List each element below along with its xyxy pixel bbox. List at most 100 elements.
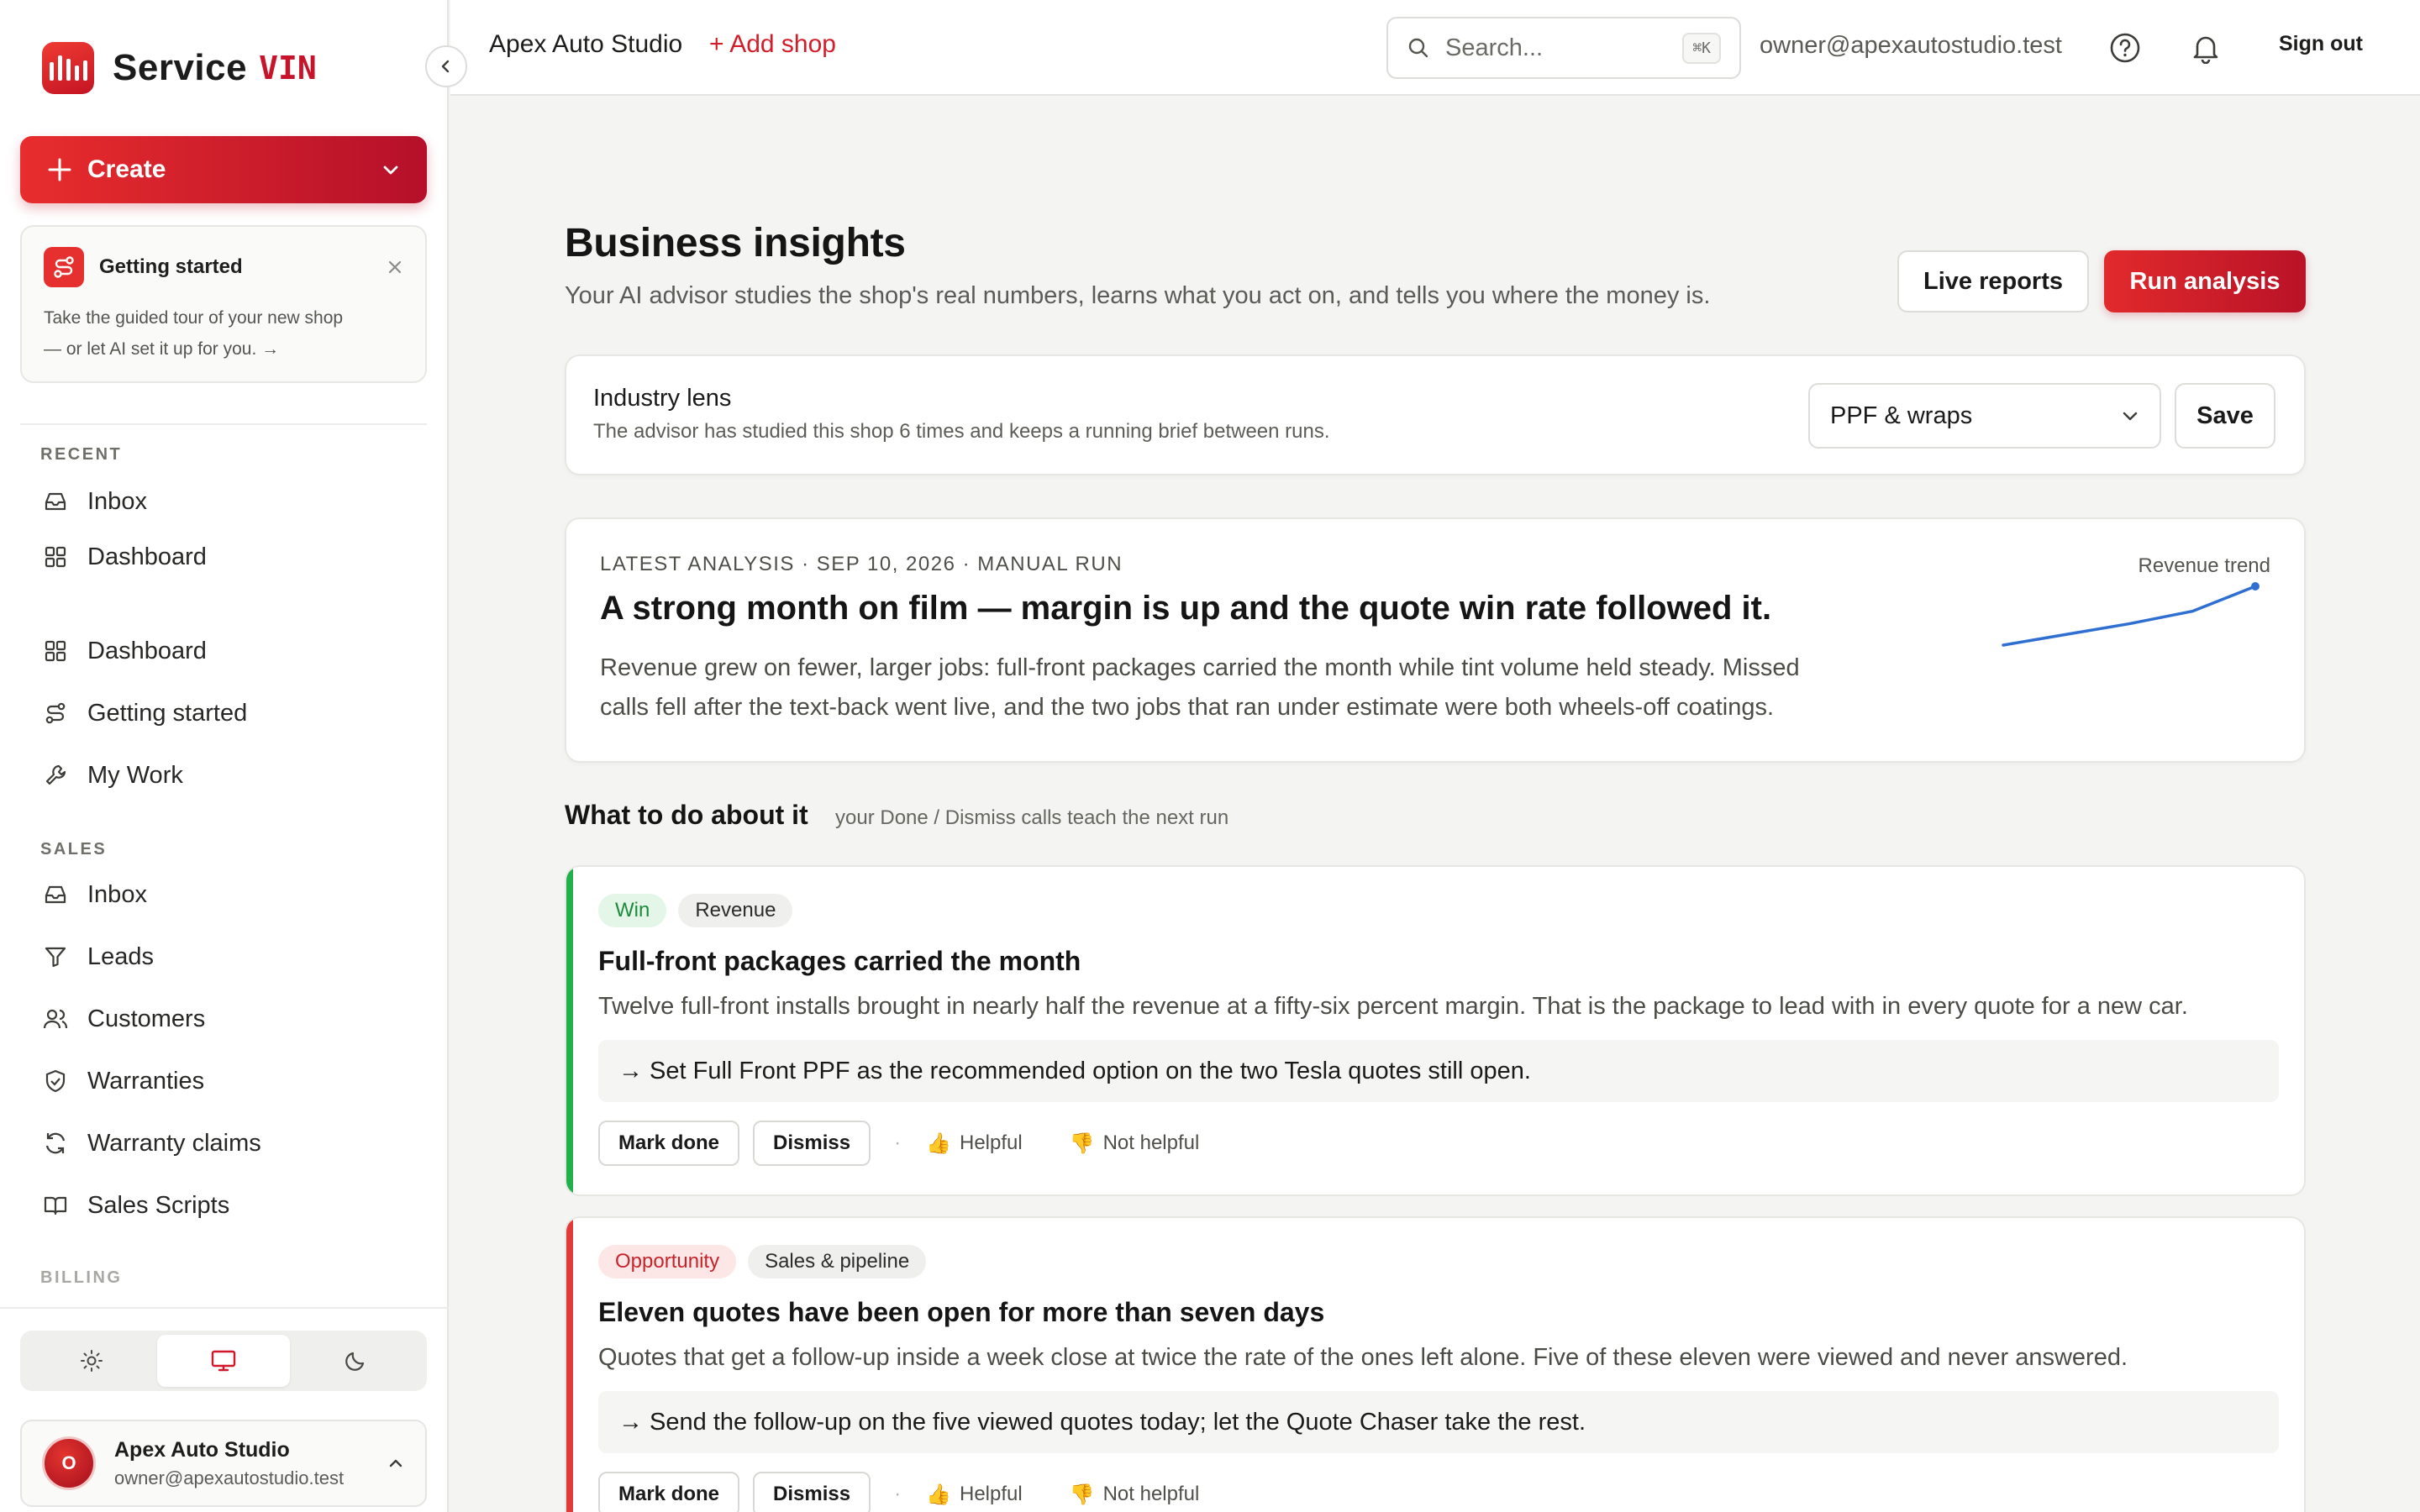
account-email: owner@apexautostudio.test [1760, 32, 2062, 59]
collapse-sidebar-button[interactable] [425, 45, 467, 87]
user-name: Apex Auto Studio [114, 1437, 290, 1462]
insight-category-badge: Sales & pipeline [748, 1245, 927, 1278]
revenue-trend-sparkline [2002, 582, 2260, 647]
help-icon [2110, 33, 2140, 63]
close-icon[interactable] [387, 259, 403, 276]
chevron-up-icon [389, 1459, 402, 1467]
sidebar-item-recent-inbox[interactable]: Inbox [40, 480, 147, 522]
grid-icon [40, 636, 71, 666]
insight-recommended-action: → Send the follow-up on the five viewed … [598, 1391, 2279, 1453]
help-button[interactable] [2106, 29, 2144, 67]
section-label-sales: SALES [40, 840, 108, 858]
insight-category-badge: Revenue [678, 894, 793, 927]
search-shortcut-badge: ⌘K [1682, 32, 1721, 64]
mark-done-button[interactable]: Mark done [598, 1472, 740, 1512]
not-helpful-button[interactable]: 👎 Not helpful [1070, 1483, 1200, 1507]
sidebar-divider [20, 423, 427, 425]
mark-done-button[interactable]: Mark done [598, 1121, 740, 1166]
industry-lens-title: Industry lens [593, 385, 732, 412]
sidebar-item-customers[interactable]: Customers [40, 998, 205, 1040]
helpful-label: Helpful [959, 1483, 1023, 1505]
inbox-icon [40, 486, 71, 517]
insight-type-badge: Opportunity [598, 1245, 737, 1278]
trend-line [2002, 585, 2257, 647]
app-logo[interactable]: Service VIN [42, 42, 317, 94]
helpful-button[interactable]: 👍 Helpful [926, 1131, 1023, 1156]
sidebar-item-getting-started[interactable]: Getting started [40, 692, 247, 734]
route-icon [44, 247, 84, 287]
theme-system-option[interactable] [157, 1335, 290, 1387]
insight-card-opportunity: Opportunity Sales & pipeline Eleven quot… [565, 1216, 2306, 1512]
user-menu[interactable]: O Apex Auto Studio owner@apexautostudio.… [20, 1420, 427, 1507]
industry-lens-subtitle: The advisor has studied this shop 6 time… [593, 420, 1330, 443]
search-input[interactable]: Search... ⌘K [1386, 17, 1741, 79]
sidebar-item-recent-dashboard[interactable]: Dashboard [40, 536, 207, 578]
sidebar-item-warranties[interactable]: Warranties [40, 1060, 204, 1102]
analysis-summary-line-1: Revenue grew on fewer, larger jobs: full… [600, 654, 1800, 681]
run-analysis-button[interactable]: Run analysis [2104, 250, 2306, 312]
create-button[interactable]: Create [20, 136, 427, 203]
create-label: Create [87, 155, 166, 183]
sidebar-item-dashboard[interactable]: Dashboard [40, 630, 207, 672]
bar-chart-logo-icon [42, 42, 94, 94]
users-icon [40, 1004, 71, 1034]
getting-started-title: Getting started [99, 255, 243, 278]
topbar: Apex Auto Studio + Add shop Search... ⌘K… [450, 0, 2420, 96]
section-label-billing: BILLING [40, 1268, 123, 1287]
analysis-headline: A strong month on film — margin is up an… [600, 590, 1772, 627]
separator-dot: · [894, 1131, 902, 1154]
insight-title: Full-front packages carried the month [598, 946, 1081, 976]
insight-card-win: Win Revenue Full-front packages carried … [565, 865, 2306, 1196]
sidebar-footer-divider [0, 1307, 449, 1309]
sidebar-item-label: Leads [87, 942, 155, 970]
refresh-icon [40, 1128, 71, 1158]
dismiss-button[interactable]: Dismiss [753, 1121, 871, 1166]
analysis-meta: LATEST ANALYSIS · SEP 10, 2026 · MANUAL … [600, 553, 1123, 575]
add-shop-link[interactable]: + Add shop [709, 30, 836, 59]
sidebar-item-label: Customers [87, 1005, 206, 1032]
sidebar-item-sales-scripts[interactable]: Sales Scripts [40, 1184, 229, 1226]
sun-icon [80, 1350, 103, 1372]
notifications-button[interactable] [2186, 29, 2225, 67]
sidebar-item-label: Dashboard [87, 543, 207, 570]
save-lens-button[interactable]: Save [2175, 383, 2275, 449]
trend-end-point [2251, 582, 2260, 591]
industry-lens-selected-value: PPF & wraps [1830, 402, 1973, 429]
monitor-icon [211, 1350, 236, 1372]
sidebar-item-my-work[interactable]: My Work [40, 754, 183, 796]
getting-started-card[interactable]: Getting started Take the guided tour of … [20, 225, 427, 383]
insight-accent-bar [566, 867, 573, 1194]
thumbs-up-icon: 👍 [926, 1483, 951, 1506]
analysis-summary-line-2: calls fell after the text-back went live… [600, 694, 1775, 721]
dismiss-button[interactable]: Dismiss [753, 1472, 871, 1512]
page-title: Business insights [565, 221, 906, 265]
analysis-summary: Revenue grew on fewer, larger jobs: full… [600, 648, 1911, 727]
section-label-recent: RECENT [40, 445, 123, 464]
not-helpful-label: Not helpful [1102, 1483, 1200, 1505]
revenue-trend-label: Revenue trend [2138, 554, 2270, 577]
chevron-left-icon [441, 60, 450, 73]
industry-lens-select[interactable]: PPF & wraps [1808, 383, 2161, 449]
live-reports-button[interactable]: Live reports [1897, 250, 2089, 312]
not-helpful-button[interactable]: 👎 Not helpful [1070, 1131, 1200, 1156]
wrench-icon [40, 760, 71, 790]
insight-type-badge: Win [598, 894, 667, 927]
sidebar-item-label: My Work [87, 761, 183, 789]
sidebar-item-sales-inbox[interactable]: Inbox [40, 874, 147, 916]
sidebar: Service VIN Create Getting started Take … [0, 0, 449, 1512]
theme-dark-option[interactable] [290, 1335, 422, 1387]
theme-light-option[interactable] [25, 1335, 157, 1387]
sidebar-item-warranty-claims[interactable]: Warranty claims [40, 1122, 261, 1164]
sidebar-item-leads[interactable]: Leads [40, 936, 154, 978]
current-shop-name[interactable]: Apex Auto Studio [489, 30, 682, 59]
insight-body: Twelve full-front installs brought in ne… [598, 993, 2188, 1020]
brand-name: Service [113, 47, 248, 88]
shield-icon [40, 1066, 71, 1096]
user-email: owner@apexautostudio.test [114, 1467, 345, 1488]
chevron-down-icon [383, 165, 398, 175]
avatar: O [42, 1436, 96, 1490]
insight-accent-bar [566, 1218, 573, 1512]
grid-icon [40, 542, 71, 572]
helpful-button[interactable]: 👍 Helpful [926, 1483, 1023, 1507]
sign-out-button[interactable]: Sign out [2279, 32, 2363, 56]
